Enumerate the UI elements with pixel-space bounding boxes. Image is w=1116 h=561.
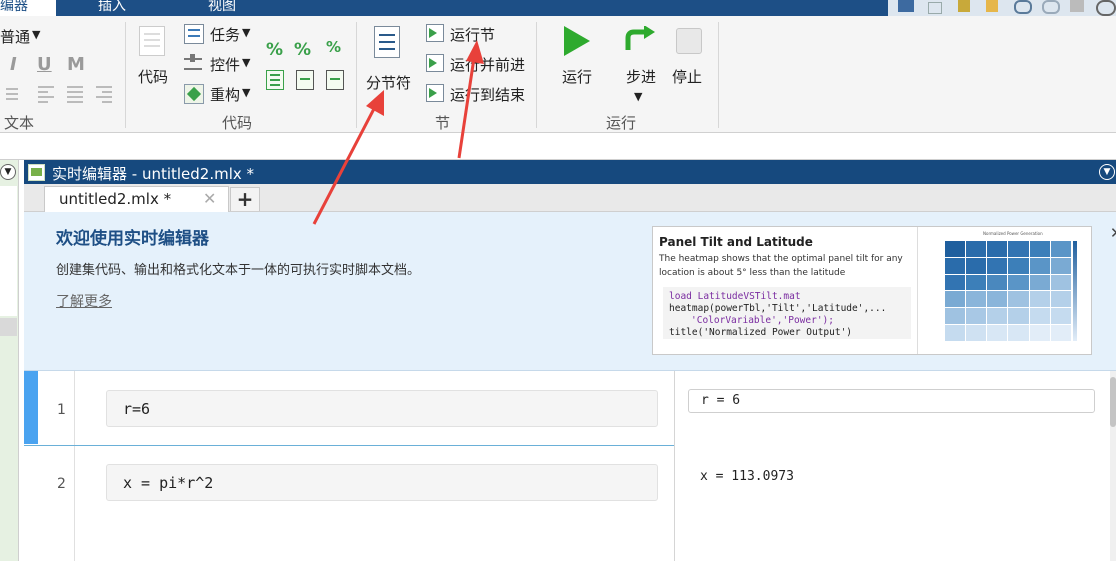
arrow-to-section-break <box>312 90 384 225</box>
arrow-to-run-section <box>457 40 484 159</box>
annotation-arrows <box>312 40 484 225</box>
